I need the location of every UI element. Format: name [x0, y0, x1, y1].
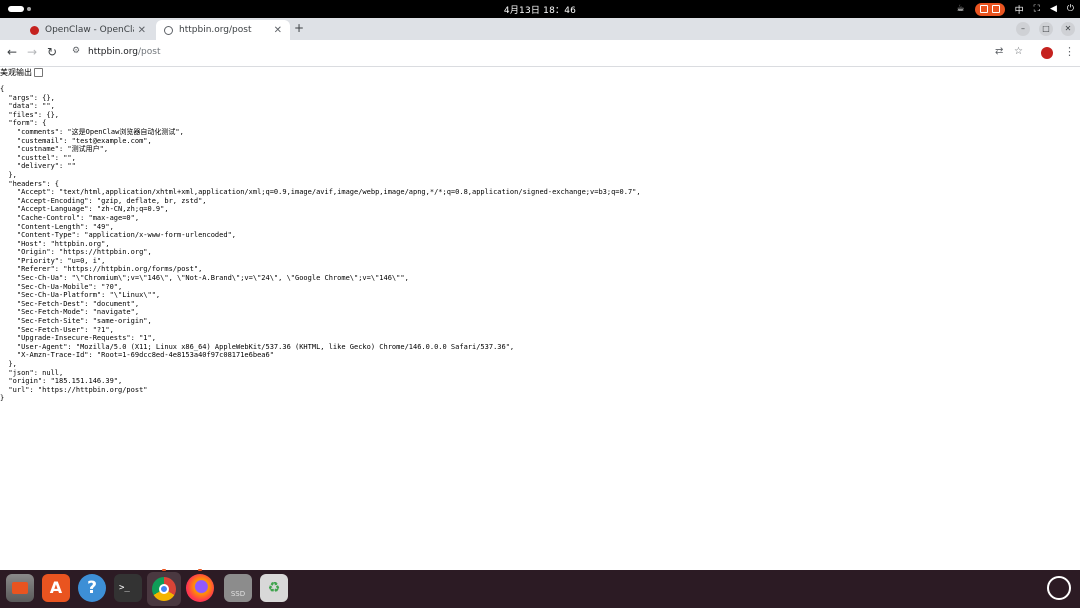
url-text[interactable]: httpbin.org/post	[88, 47, 161, 57]
terminal-icon[interactable]: >_	[114, 574, 142, 602]
profile-avatar[interactable]	[1041, 47, 1053, 59]
maximize-button[interactable]: □	[1039, 22, 1053, 36]
json-response-body: { "args": {}, "data": "", "files": {}, "…	[0, 85, 641, 403]
close-icon[interactable]: ✕	[274, 25, 282, 36]
volume-icon[interactable]: ◀	[1050, 4, 1057, 14]
files-icon[interactable]	[6, 574, 34, 602]
app-center-icon[interactable]: A	[42, 574, 70, 602]
tab-openclaw[interactable]: OpenClaw - OpenClaw ✕	[22, 20, 154, 40]
running-indicator	[162, 569, 166, 571]
ssd-drive-icon[interactable]: SSD	[224, 574, 252, 602]
pretty-print-checkbox[interactable]	[34, 68, 43, 77]
close-window-button[interactable]: ✕	[1061, 22, 1075, 36]
dock: A ? >_ SSD ♻	[0, 570, 1080, 608]
forward-arrow-icon[interactable]: →	[24, 45, 40, 59]
chrome-logo	[152, 577, 176, 601]
screen-recording-indicator[interactable]	[974, 2, 1005, 16]
chrome-icon[interactable]	[147, 572, 181, 606]
trash-icon[interactable]: ♻	[260, 574, 288, 602]
address-bar[interactable]: ⚙ httpbin.org/post	[66, 43, 986, 62]
coffee-icon[interactable]: ☕	[957, 4, 965, 14]
url-host: httpbin.org	[88, 47, 139, 57]
reload-icon[interactable]: ↻	[44, 45, 60, 59]
site-settings-icon[interactable]: ⚙	[72, 46, 80, 56]
claw-icon	[30, 25, 39, 35]
browser-toolbar: ← → ↻ ⚙ httpbin.org/post ⇄ ☆ ⋮	[0, 40, 1080, 67]
pretty-print-label: 美观输出	[0, 68, 32, 77]
help-icon[interactable]: ?	[78, 574, 106, 602]
url-path: /post	[138, 47, 161, 57]
bookmark-star-icon[interactable]: ☆	[1014, 46, 1023, 57]
network-icon[interactable]: ⛶	[1034, 4, 1040, 14]
screen-share-icon	[979, 5, 988, 13]
tab-title: httpbin.org/post	[179, 25, 252, 35]
power-icon[interactable]: ⏻	[1067, 4, 1074, 14]
pretty-print-toggle[interactable]: 美观输出	[0, 67, 43, 78]
input-method-indicator[interactable]: 中	[1015, 3, 1024, 16]
system-tray: ☕ 中 ⛶ ◀ ⏻	[957, 2, 1074, 16]
running-indicator	[198, 569, 202, 571]
menu-dots-icon[interactable]: ⋮	[1064, 45, 1075, 58]
new-tab-button[interactable]: +	[292, 21, 306, 35]
globe-icon	[164, 25, 173, 35]
translate-icon[interactable]: ⇄	[995, 46, 1003, 57]
tab-strip: OpenClaw - OpenClaw ✕ httpbin.org/post ✕	[0, 18, 1080, 40]
minimize-button[interactable]: –	[1016, 22, 1030, 36]
back-arrow-icon[interactable]: ←	[4, 45, 20, 59]
tab-title: OpenClaw - OpenClaw	[45, 25, 134, 35]
system-top-bar: 4月13日 18：46 ☕ 中 ⛶ ◀ ⏻	[0, 0, 1080, 18]
clock[interactable]: 4月13日 18：46	[0, 3, 1080, 16]
show-apps-icon[interactable]	[1047, 576, 1071, 600]
tab-httpbin[interactable]: httpbin.org/post ✕	[156, 20, 290, 40]
firefox-icon[interactable]	[186, 574, 214, 602]
close-icon[interactable]: ✕	[138, 25, 146, 36]
stop-icon	[991, 5, 1000, 13]
